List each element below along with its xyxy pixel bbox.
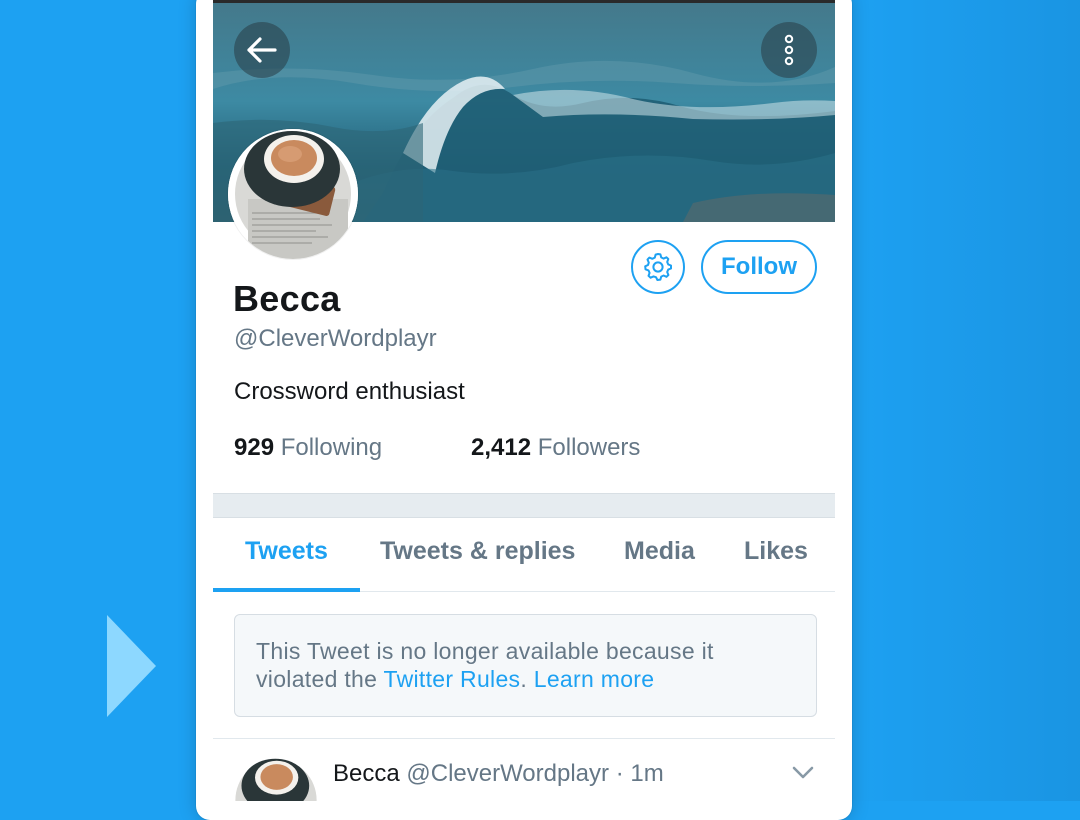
tweet-separator: ·	[615, 760, 624, 787]
follow-button[interactable]: Follow	[701, 240, 817, 294]
tweet-time: 1m	[630, 760, 664, 787]
gear-icon	[644, 253, 672, 281]
section-divider	[213, 493, 835, 518]
back-button[interactable]	[234, 22, 290, 78]
profile-name: Becca	[233, 278, 341, 319]
tweet-author-name[interactable]: Becca	[333, 760, 400, 787]
tab-tweets[interactable]: Tweets	[245, 537, 328, 566]
active-tab-indicator	[213, 588, 360, 592]
followers-link[interactable]: 2,412 Followers	[471, 434, 640, 462]
tweet-menu-button[interactable]	[792, 766, 814, 785]
coffee-cup-image	[232, 756, 320, 801]
more-vertical-icon	[784, 34, 794, 66]
chevron-down-icon	[792, 766, 814, 779]
tweet-divider	[213, 738, 835, 739]
profile-tabs: Tweets Tweets & replies Media Likes	[213, 517, 835, 592]
following-label: Following	[280, 434, 383, 461]
notice-separator: .	[520, 666, 534, 692]
followers-count: 2,412	[471, 434, 532, 461]
tweet-header: Becca @CleverWordplayr · 1m	[333, 760, 664, 788]
unavailable-tweet-notice: This Tweet is no longer available becaus…	[234, 614, 817, 717]
coffee-cup-image	[228, 129, 358, 259]
profile-screen: Follow Becca @CleverWordplayr Crossword …	[213, 0, 835, 801]
more-options-button[interactable]	[761, 22, 817, 78]
profile-bio: Crossword enthusiast	[234, 378, 465, 405]
play-arrow-icon	[107, 615, 156, 717]
profile-handle: @CleverWordplayr	[234, 325, 437, 352]
followers-label: Followers	[537, 434, 641, 461]
tweet-author-handle: @CleverWordplayr	[406, 760, 610, 787]
following-count: 929	[234, 434, 275, 461]
settings-button[interactable]	[631, 240, 685, 294]
tab-likes[interactable]: Likes	[744, 537, 808, 566]
tab-tweets-and-replies[interactable]: Tweets & replies	[380, 537, 575, 566]
arrow-left-icon	[247, 37, 277, 63]
tab-media[interactable]: Media	[624, 537, 695, 566]
twitter-rules-link[interactable]: Twitter Rules	[384, 666, 521, 692]
following-link[interactable]: 929 Following	[234, 434, 382, 462]
tweet-avatar[interactable]	[232, 756, 320, 801]
learn-more-link[interactable]: Learn more	[534, 666, 655, 692]
avatar[interactable]	[228, 129, 358, 259]
